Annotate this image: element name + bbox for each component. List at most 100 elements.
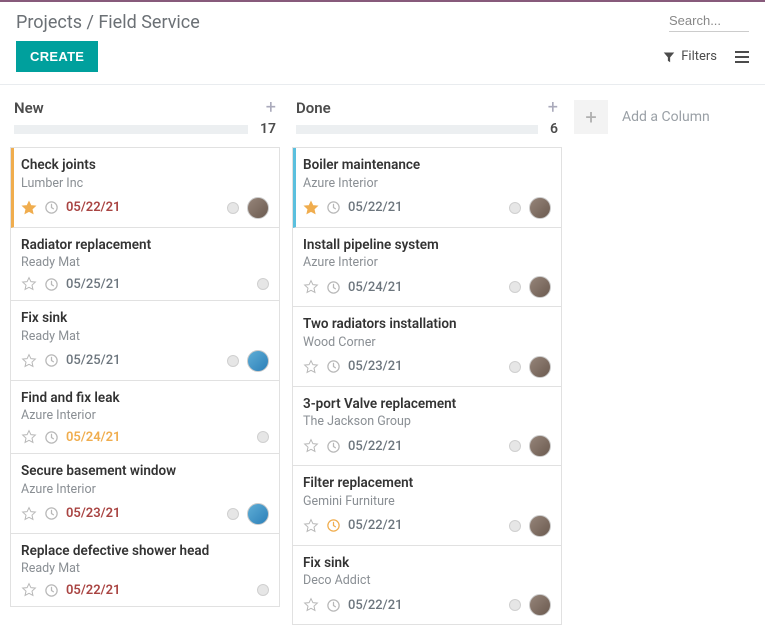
card-subtitle: Deco Addict — [303, 573, 551, 588]
star-icon[interactable] — [21, 429, 37, 445]
status-dot[interactable] — [257, 431, 269, 443]
clock-icon[interactable] — [44, 430, 59, 445]
card-right — [257, 431, 269, 443]
avatar[interactable] — [247, 503, 269, 525]
status-dot[interactable] — [257, 278, 269, 290]
status-dot[interactable] — [509, 281, 521, 293]
avatar[interactable] — [529, 197, 551, 219]
search-input[interactable] — [669, 13, 749, 28]
clock-icon[interactable] — [326, 439, 341, 454]
avatar[interactable] — [529, 435, 551, 457]
avatar[interactable] — [529, 515, 551, 537]
filters-button[interactable]: Filters — [663, 49, 717, 64]
kanban-card[interactable]: Find and fix leak Azure Interior 05/24/2… — [11, 381, 279, 455]
column-add-icon[interactable]: + — [266, 99, 276, 117]
card-date: 05/22/21 — [66, 583, 120, 598]
star-icon[interactable] — [303, 359, 319, 375]
star-icon[interactable] — [303, 597, 319, 613]
kanban-card[interactable]: Fix sink Ready Mat 05/25/21 — [11, 301, 279, 381]
card-date: 05/22/21 — [348, 439, 402, 454]
breadcrumb-current: Field Service — [98, 12, 199, 33]
kanban-card[interactable]: Replace defective shower head Ready Mat … — [11, 534, 279, 608]
card-subtitle: Ready Mat — [21, 255, 269, 270]
card-date: 05/22/21 — [348, 598, 402, 613]
card-title: Install pipeline system — [303, 237, 551, 255]
star-icon[interactable] — [21, 200, 37, 216]
status-dot[interactable] — [509, 440, 521, 452]
card-title: Find and fix leak — [21, 390, 269, 408]
avatar[interactable] — [247, 350, 269, 372]
column-progress[interactable] — [296, 125, 538, 134]
kanban-card[interactable]: Two radiators installation Wood Corner 0… — [293, 307, 561, 387]
clock-icon[interactable] — [44, 277, 59, 292]
column-header: Done + — [292, 99, 562, 121]
card-title: Check joints — [21, 157, 269, 175]
card-right — [509, 594, 551, 616]
status-dot[interactable] — [227, 355, 239, 367]
clock-icon[interactable] — [44, 583, 59, 598]
card-footer: 05/22/21 — [303, 435, 551, 457]
add-column-button[interactable]: + — [574, 100, 608, 134]
clock-icon[interactable] — [326, 359, 341, 374]
status-dot[interactable] — [509, 520, 521, 532]
card-subtitle: Azure Interior — [303, 255, 551, 270]
card-right — [227, 197, 269, 219]
star-icon[interactable] — [21, 506, 37, 522]
kanban-column: New + 17 Check joints Lumber Inc 05/22/2… — [10, 99, 280, 625]
kanban-card[interactable]: Secure basement window Azure Interior 05… — [11, 454, 279, 534]
status-dot[interactable] — [509, 202, 521, 214]
kanban-card[interactable]: 3-port Valve replacement The Jackson Gro… — [293, 387, 561, 467]
card-title: Replace defective shower head — [21, 543, 269, 561]
card-date: 05/23/21 — [66, 506, 120, 521]
status-dot[interactable] — [509, 361, 521, 373]
star-icon[interactable] — [303, 279, 319, 295]
status-dot[interactable] — [227, 202, 239, 214]
kanban-card[interactable]: Check joints Lumber Inc 05/22/21 — [11, 148, 279, 228]
column-add-icon[interactable]: + — [548, 99, 558, 117]
clock-icon[interactable] — [44, 353, 59, 368]
avatar[interactable] — [529, 276, 551, 298]
clock-icon[interactable] — [44, 506, 59, 521]
add-column-label[interactable]: Add a Column — [622, 109, 710, 125]
card-right — [509, 197, 551, 219]
status-dot[interactable] — [509, 599, 521, 611]
clock-icon[interactable] — [326, 598, 341, 613]
star-icon[interactable] — [303, 438, 319, 454]
avatar[interactable] — [529, 594, 551, 616]
card-footer: 05/24/21 — [21, 429, 269, 445]
kanban-card[interactable]: Radiator replacement Ready Mat 05/25/21 — [11, 228, 279, 302]
menu-icon[interactable] — [735, 51, 749, 63]
column-progress[interactable] — [14, 125, 248, 134]
create-button[interactable]: CREATE — [16, 41, 98, 72]
column-title[interactable]: New — [14, 99, 44, 117]
column-title[interactable]: Done — [296, 99, 331, 117]
breadcrumb: Projects / Field Service — [16, 12, 200, 33]
star-icon[interactable] — [303, 518, 319, 534]
star-icon[interactable] — [303, 200, 319, 216]
card-subtitle: Azure Interior — [303, 176, 551, 191]
card-left: 05/24/21 — [303, 279, 402, 295]
card-footer: 05/22/21 — [21, 197, 269, 219]
kanban-card[interactable]: Fix sink Deco Addict 05/22/21 — [293, 546, 561, 625]
star-icon[interactable] — [21, 353, 37, 369]
card-footer: 05/22/21 — [21, 582, 269, 598]
clock-icon[interactable] — [326, 518, 341, 533]
breadcrumb-parent[interactable]: Projects — [16, 12, 82, 33]
card-title: Fix sink — [303, 555, 551, 573]
card-left: 05/22/21 — [303, 518, 402, 534]
clock-icon[interactable] — [44, 200, 59, 215]
star-icon[interactable] — [21, 582, 37, 598]
status-dot[interactable] — [257, 584, 269, 596]
avatar[interactable] — [247, 197, 269, 219]
star-icon[interactable] — [21, 276, 37, 292]
card-title: Fix sink — [21, 310, 269, 328]
card-subtitle: Azure Interior — [21, 482, 269, 497]
status-dot[interactable] — [227, 508, 239, 520]
kanban-card[interactable]: Filter replacement Gemini Furniture 05/2… — [293, 466, 561, 546]
kanban-card[interactable]: Install pipeline system Azure Interior 0… — [293, 228, 561, 308]
avatar[interactable] — [529, 356, 551, 378]
card-left: 05/24/21 — [21, 429, 120, 445]
kanban-card[interactable]: Boiler maintenance Azure Interior 05/22/… — [293, 148, 561, 228]
clock-icon[interactable] — [326, 280, 341, 295]
clock-icon[interactable] — [326, 200, 341, 215]
